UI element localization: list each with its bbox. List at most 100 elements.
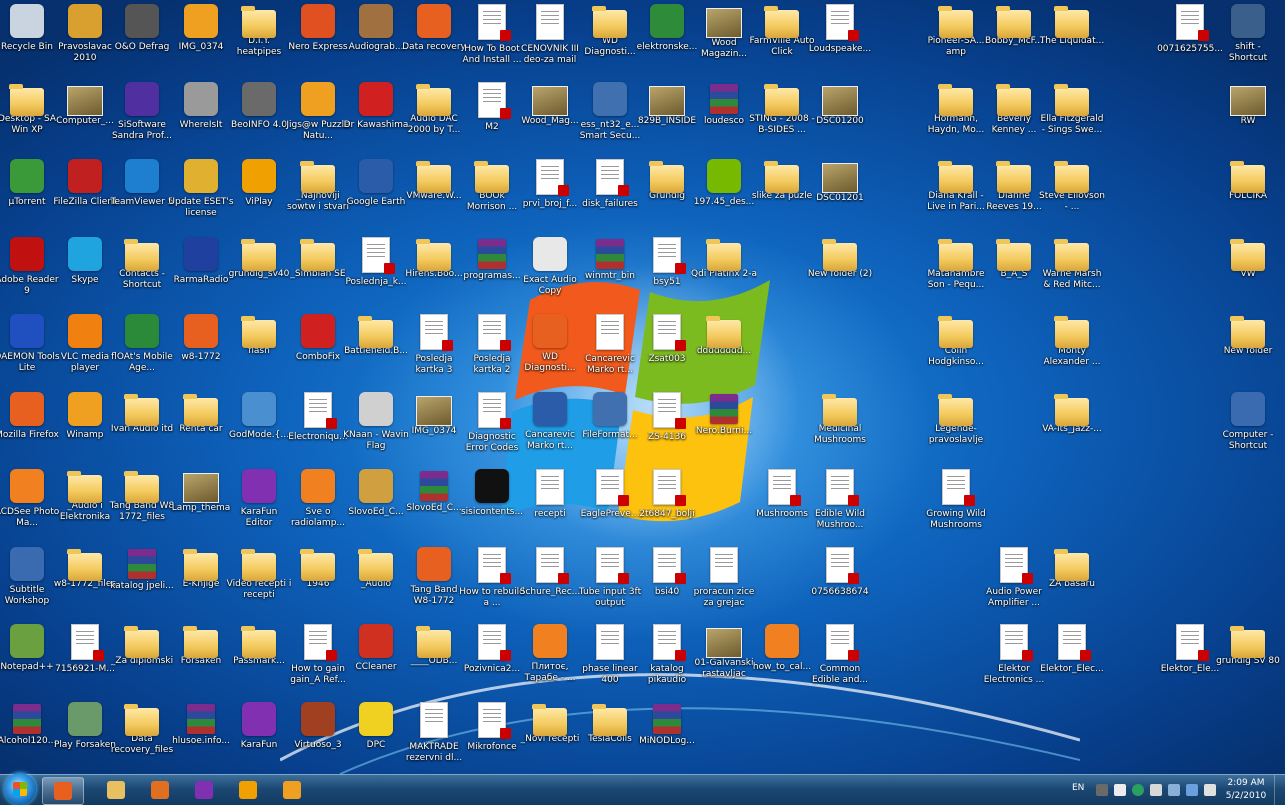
desktop-icon-ivan-audio-itd[interactable]: Ivan Audio itd xyxy=(109,392,175,466)
desktop-icon-audio[interactable]: _Audio xyxy=(343,547,409,621)
desktop-icon-tang-band-w8-1772-files[interactable]: Tang Band W8 1772_files xyxy=(109,469,175,543)
desktop-icon-audiograb[interactable]: Audiograb... xyxy=(343,4,409,78)
desktop-icon-sisoftware-sandra-prof[interactable]: SiSoftware Sandra Prof... xyxy=(109,82,175,156)
desktop-icon-karafun-editor[interactable]: KaraFun Editor xyxy=(226,469,292,543)
desktop-icon-0756638674[interactable]: 0756638674 xyxy=(807,547,873,621)
desktop-icon-flash[interactable]: flash xyxy=(226,314,292,388)
desktop-icon-folcika[interactable]: FOLCIKA xyxy=(1215,159,1281,233)
desktop-icon-computer-shortcut[interactable]: Computer - Shortcut xyxy=(1215,392,1281,466)
desktop-icon-data-recovery[interactable]: Data recovery xyxy=(401,4,467,78)
desktop-icon-pozivnica2[interactable]: Pozivnica2... xyxy=(459,624,525,698)
desktop-icon-acdsee-photo-ma[interactable]: ACDSee Photo Ma... xyxy=(0,469,60,543)
desktop-icon-whereisit[interactable]: WhereIsIt xyxy=(168,82,234,156)
desktop-icon-za-diplomski[interactable]: _Za diplomski xyxy=(109,624,175,698)
desktop-icon-[interactable]: Плитоє, Тарабе - ... xyxy=(517,624,583,698)
desktop-icon-rw[interactable]: RW xyxy=(1215,82,1281,156)
desktop-icon-electroniqu[interactable]: Electroniqu... xyxy=(285,392,351,466)
desktop-icon-vmware-w[interactable]: VMware.W... xyxy=(401,159,467,233)
desktop-icon-sisicontents[interactable]: sisicontents... xyxy=(459,469,525,543)
desktop-icon-battlefield-b[interactable]: Battlefield.B... xyxy=(343,314,409,388)
desktop-icon-knaan-wavin-flag[interactable]: KNaan - Wavin Flag xyxy=(343,392,409,466)
desktop-icon-dddddddd[interactable]: dddddddd... xyxy=(691,314,757,388)
desktop-icon-novi-recepti[interactable]: _Novi recepti xyxy=(517,702,583,774)
desktop-icon-cancarevic-marko-rt[interactable]: Cancarevic Marko rt... xyxy=(517,392,583,466)
desktop-icon-recepti[interactable]: recepti xyxy=(517,469,583,543)
desktop-icon-farmville-auto-click[interactable]: FarmVille Auto Click xyxy=(749,4,815,78)
desktop-icon-elektor-elec[interactable]: Elektor_Elec... xyxy=(1039,624,1105,698)
desktop-icon-maktrade-rezervni-dl[interactable]: MAKTRADE rezervni dl... xyxy=(401,702,467,774)
desktop-icon-virtuoso-3[interactable]: Virtuoso_3 xyxy=(285,702,351,774)
desktop-icon-notepad[interactable]: Notepad++ xyxy=(0,624,60,698)
desktop-icon-medicinal-mushrooms[interactable]: Medicinal Mushrooms xyxy=(807,392,873,466)
desktop-icon-grundig-sv-80[interactable]: grundig SV 80 xyxy=(1215,624,1281,698)
desktop-icon-dianne-reeves-19[interactable]: Dianne Reeves 19... xyxy=(981,159,1047,233)
taskbar-button-viplay[interactable] xyxy=(228,777,268,803)
taskbar-button-karafun[interactable] xyxy=(184,777,224,803)
desktop-icon-bobby-mcf[interactable]: Bobby_McF... xyxy=(981,4,1047,78)
desktop-icon-simbian-se[interactable]: _Simbian SE xyxy=(285,237,351,311)
desktop-icon-b-a-s[interactable]: B_A_S xyxy=(981,237,1047,311)
desktop-icon-diana-krall-live-in-pari[interactable]: Diana Krall - Live in Pari... xyxy=(923,159,989,233)
desktop-icon-video-recepti-i-recepti[interactable]: Video recepti i recepti xyxy=(226,547,292,621)
desktop-icon-o-o-defrag[interactable]: O&O Defrag xyxy=(109,4,175,78)
desktop-icon-1946[interactable]: 1946 xyxy=(285,547,351,621)
desktop-icon-desktop-sa-win-xp[interactable]: Desktop - SA Win XP xyxy=(0,82,60,156)
desktop-icon-colin-hodgkinso[interactable]: Colin Hodgkinso... xyxy=(923,314,989,388)
tray-app-icon[interactable] xyxy=(1114,784,1126,796)
desktop-icon-cenovnik-iii-deo-za-mail[interactable]: CENOVNIK III deo-za mail xyxy=(517,4,583,78)
desktop-icon-programas[interactable]: programas... xyxy=(459,237,525,311)
desktop-icon-adobe-reader-9[interactable]: Adobe Reader 9 xyxy=(0,237,60,311)
desktop-icon-197-45-des[interactable]: 197.45_des... xyxy=(691,159,757,233)
desktop-icon-recycle-bin[interactable]: Recycle Bin xyxy=(0,4,60,78)
desktop-icon-steve-eliovson[interactable]: Steve Eliovson - ... xyxy=(1039,159,1105,233)
desktop-icon-elektor-electronics[interactable]: Elektor Electronics ... xyxy=(981,624,1047,698)
desktop-icon-beoinfo-4-0[interactable]: BeoINFO 4.0 xyxy=(226,82,292,156)
desktop-icon-hirens-boo[interactable]: Hirens.Boo... xyxy=(401,237,467,311)
desktop-icon-update-eset-s-license[interactable]: Update ESET's license xyxy=(168,159,234,233)
desktop-icon-common-edible-and[interactable]: Common Edible and... xyxy=(807,624,873,698)
desktop-icon-mozilla-firefox[interactable]: Mozilla Firefox xyxy=(0,392,60,466)
power-icon[interactable] xyxy=(1186,784,1198,796)
desktop-icon-loudspeake[interactable]: Loudspeake... xyxy=(807,4,873,78)
desktop-icon-how-to-rebuild-a[interactable]: How to rebuild a ... xyxy=(459,547,525,621)
desktop-icon-warne-marsh-red-mitc[interactable]: Warne Marsh & Red Mitc... xyxy=(1039,237,1105,311)
desktop-icon-matahambre-son-pequ[interactable]: Matahambre Son - Pequ... xyxy=(923,237,989,311)
desktop-icon-sting-2008-b-sides[interactable]: STING - 2008 - B-SIDES ... xyxy=(749,82,815,156)
desktop-icon-m2[interactable]: M2 xyxy=(459,82,525,156)
desktop-icon-karafun[interactable]: KaraFun xyxy=(226,702,292,774)
taskbar-button-puzzle[interactable] xyxy=(272,777,312,803)
desktop-icon-odb[interactable]: ____ODB... xyxy=(401,624,467,698)
desktop-icon-dsc01201[interactable]: DSC01201 xyxy=(807,159,873,233)
desktop-icon-contacts-shortcut[interactable]: Contacts - Shortcut xyxy=(109,237,175,311)
desktop-icon-elektor-ele[interactable]: Elektor_Ele... xyxy=(1157,624,1223,698)
volume-icon[interactable] xyxy=(1204,784,1216,796)
desktop-icon-za-basaru[interactable]: ZA basaru xyxy=(1039,547,1105,621)
desktop-icon-grundig-sv40[interactable]: grundig_sv40 xyxy=(226,237,292,311)
desktop-icon-audio-power-amplifier[interactable]: Audio Power Amplifier ... xyxy=(981,547,1047,621)
desktop-icon-w8-1772[interactable]: w8-1772 xyxy=(168,314,234,388)
keyboard-icon[interactable] xyxy=(1096,784,1108,796)
taskbar-button-explorer[interactable] xyxy=(96,777,136,803)
desktop-icon-lamp-thema[interactable]: Lamp_thema xyxy=(168,469,234,543)
desktop-icon-hlusoe-info[interactable]: hlusoe.info... xyxy=(168,702,234,774)
desktop-icon-viplay[interactable]: ViPlay xyxy=(226,159,292,233)
desktop-icon-img-0374[interactable]: IMG_0374 xyxy=(401,392,467,466)
desktop-icon-teamviewer-5[interactable]: TeamViewer 5 xyxy=(109,159,175,233)
desktop-icon-proracun-zice-za-grejac[interactable]: proracun zice za grejac xyxy=(691,547,757,621)
desktop-icon-torrent[interactable]: µTorrent xyxy=(0,159,60,233)
desktop-icon-nero-burni[interactable]: Nero.Burni... xyxy=(691,392,757,466)
desktop-icon-wd-diagnosti[interactable]: WD Diagnosti... xyxy=(517,314,583,388)
desktop-icon-tang-band-w8-1772[interactable]: Tang Band W8-1772 xyxy=(401,547,467,621)
desktop-icon-the-liquidat[interactable]: The Liquidat... xyxy=(1039,4,1105,78)
desktop-icon-ccleaner[interactable]: CCleaner xyxy=(343,624,409,698)
desktop-icon-how-to-gain-gain-a-ref[interactable]: How to gain gain_A Ref... xyxy=(285,624,351,698)
desktop-icon-wood-magazin[interactable]: Wood Magazin... xyxy=(691,4,757,78)
desktop-icon-google-earth[interactable]: Google Earth xyxy=(343,159,409,233)
desktop-icon-dsc01200[interactable]: DSC01200 xyxy=(807,82,873,156)
network-icon[interactable] xyxy=(1168,784,1180,796)
desktop-icon-wood-mag[interactable]: Wood_Mag... xyxy=(517,82,583,156)
desktop-icon-d-i-y-heatpipes[interactable]: D.I.Y. heatpipes xyxy=(226,4,292,78)
desktop-icon-posledja-kartka-3[interactable]: Posledja kartka 3 xyxy=(401,314,467,388)
desktop-icon-passmark[interactable]: Passmark... xyxy=(226,624,292,698)
desktop-icon-loudesco[interactable]: loudesco xyxy=(691,82,757,156)
